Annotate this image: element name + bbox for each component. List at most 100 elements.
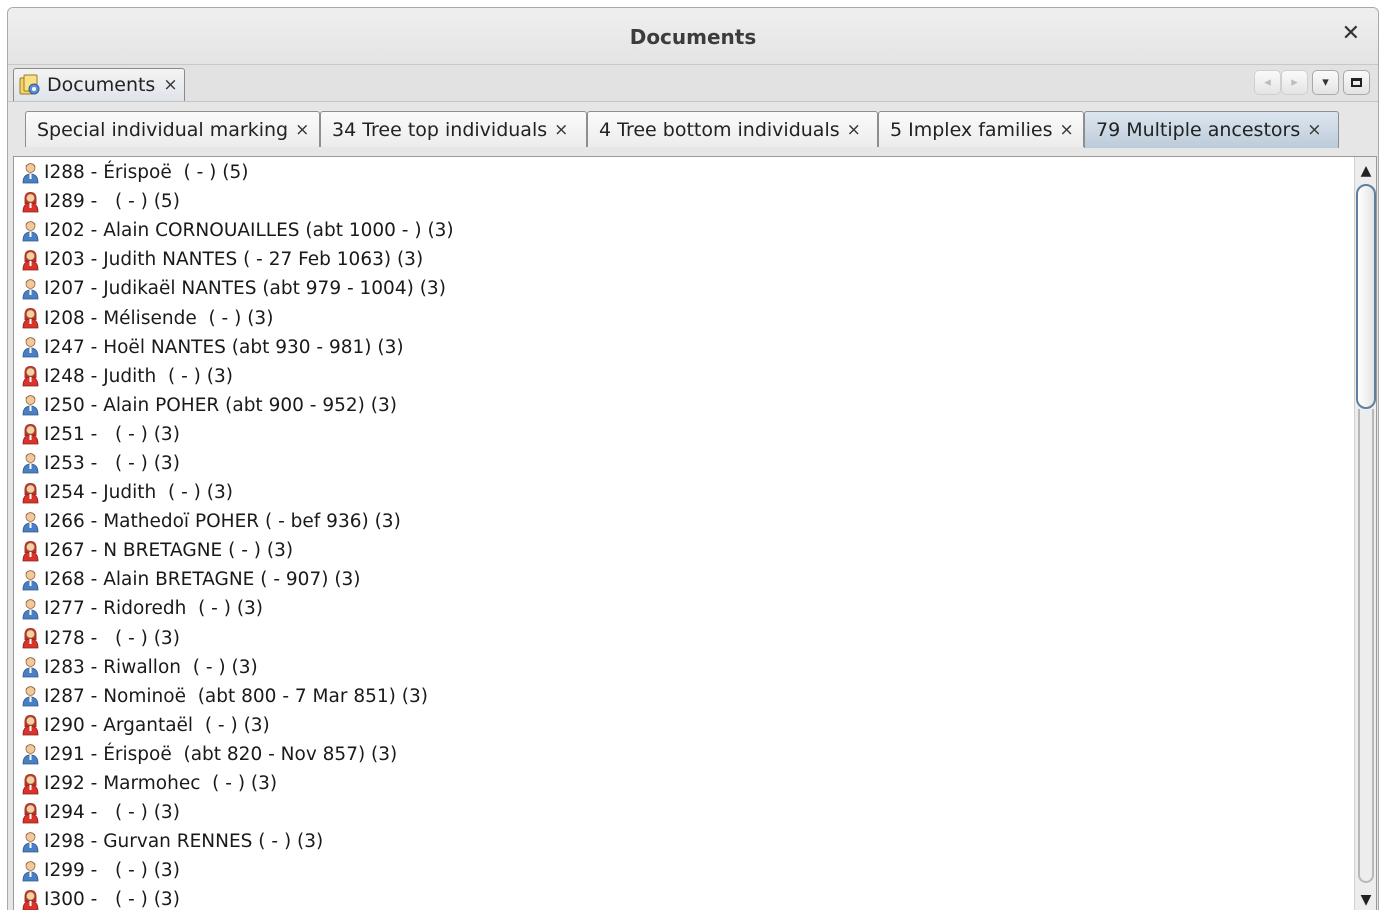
sub-tab-label: 4 Tree bottom individuals xyxy=(599,118,840,141)
male-person-icon xyxy=(22,279,39,300)
sub-tab-close-button[interactable]: × xyxy=(1307,120,1321,140)
male-person-icon xyxy=(22,686,39,707)
female-person-icon xyxy=(22,889,39,910)
scroll-down-button[interactable]: ▼ xyxy=(1355,889,1377,910)
male-person-icon xyxy=(22,744,39,765)
list-item-label: I292 - Marmohec ( - ) (3) xyxy=(44,773,278,795)
male-person-icon xyxy=(22,453,39,474)
list-item-label: I277 - Ridoredh ( - ) (3) xyxy=(44,598,264,620)
list-item[interactable]: I299 - ( - ) (3) xyxy=(21,856,1346,885)
list-item-label: I287 - Nominoë (abt 800 - 7 Mar 851) (3) xyxy=(44,685,428,707)
list-item[interactable]: I248 - Judith ( - ) (3) xyxy=(21,362,1346,391)
male-person-icon xyxy=(22,860,39,882)
male-person-icon xyxy=(22,220,39,242)
list-item[interactable]: I268 - Alain BRETAGNE ( - 907) (3) xyxy=(21,565,1346,594)
list-item-label: I299 - ( - ) (3) xyxy=(44,860,180,882)
female-person-icon xyxy=(22,628,39,649)
female-person-icon xyxy=(22,424,39,445)
sub-tab-close-button[interactable]: × xyxy=(554,120,568,140)
male-person-icon xyxy=(22,511,39,533)
list-item[interactable]: I251 - ( - ) (3) xyxy=(21,420,1346,449)
scroll-track[interactable] xyxy=(1358,409,1374,883)
chevron-left-icon: ◂ xyxy=(1264,75,1271,90)
list-item[interactable]: I250 - Alain POHER (abt 900 - 952) (3) xyxy=(21,391,1346,420)
tab-documents[interactable]: Documents × xyxy=(13,68,185,101)
list-item[interactable]: I289 - ( - ) (5) xyxy=(21,187,1346,216)
document-tab-bar: Documents × ◂ ▸ ▾ xyxy=(8,65,1378,102)
tab-tree-bottom-individuals[interactable]: 4 Tree bottom individuals × xyxy=(587,111,878,147)
tab-multiple-ancestors[interactable]: 79 Multiple ancestors × xyxy=(1084,111,1339,148)
male-person-icon xyxy=(22,599,39,620)
scroll-thumb[interactable] xyxy=(1356,184,1376,409)
list-item[interactable]: I294 - ( - ) (3) xyxy=(21,798,1346,827)
list-item-label: I202 - Alain CORNOUAILLES (abt 1000 - ) … xyxy=(44,220,454,242)
tab-list-button[interactable]: ▾ xyxy=(1312,70,1339,95)
list-item-label: I253 - ( - ) (3) xyxy=(44,452,180,474)
list-item[interactable]: I253 - ( - ) (3) xyxy=(21,449,1346,478)
male-person-icon xyxy=(22,569,39,591)
list-item[interactable]: I300 - ( - ) (3) xyxy=(21,885,1346,910)
male-person-icon xyxy=(22,657,39,678)
list-item[interactable]: I208 - Mélisende ( - ) (3) xyxy=(21,303,1346,332)
female-person-icon xyxy=(22,191,39,213)
female-person-icon xyxy=(22,715,39,736)
scroll-up-button[interactable]: ▲ xyxy=(1355,160,1377,182)
list-item-label: I278 - ( - ) (3) xyxy=(44,627,180,649)
female-person-icon xyxy=(22,482,39,503)
list-item[interactable]: I283 - Riwallon ( - ) (3) xyxy=(21,653,1346,682)
list-item-label: I283 - Riwallon ( - ) (3) xyxy=(44,656,258,678)
sub-tab-close-button[interactable]: × xyxy=(295,120,309,140)
documents-window: Documents ✕ Documents × ◂ ▸ ▾ Special in… xyxy=(7,7,1379,910)
list-item[interactable]: I287 - Nominoë (abt 800 - 7 Mar 851) (3) xyxy=(21,682,1346,711)
tab-documents-close-button[interactable]: × xyxy=(163,75,177,95)
sub-tab-close-button[interactable]: × xyxy=(1059,120,1073,140)
tab-tree-top-individuals[interactable]: 34 Tree top individuals × xyxy=(320,111,587,147)
vertical-scrollbar[interactable]: ▲ ▼ xyxy=(1354,157,1376,910)
tab-special-individual-marking[interactable]: Special individual marking × xyxy=(25,111,320,147)
male-person-icon xyxy=(22,831,39,853)
list-item-label: I291 - Érispoë (abt 820 - Nov 857) (3) xyxy=(44,743,398,765)
list-item-label: I207 - Judikaël NANTES (abt 979 - 1004) … xyxy=(44,278,446,300)
list-item-label: I290 - Argantaël ( - ) (3) xyxy=(44,714,270,736)
list-item[interactable]: I254 - Judith ( - ) (3) xyxy=(21,478,1346,507)
list-item-label: I267 - N BRETAGNE ( - ) (3) xyxy=(44,540,294,562)
list-item-label: I289 - ( - ) (5) xyxy=(44,191,180,213)
sub-tab-close-button[interactable]: × xyxy=(847,120,861,140)
tab-navigation: ◂ ▸ ▾ xyxy=(1254,70,1370,95)
list-item-label: I203 - Judith NANTES ( - 27 Feb 1063) (3… xyxy=(44,249,424,271)
list-item-label: I251 - ( - ) (3) xyxy=(44,423,180,445)
list-item-label: I266 - Mathedoï POHER ( - bef 936) (3) xyxy=(44,511,401,533)
maximize-button[interactable] xyxy=(1343,70,1370,95)
list-item[interactable]: I202 - Alain CORNOUAILLES (abt 1000 - ) … xyxy=(21,216,1346,245)
female-person-icon xyxy=(22,366,39,387)
list-item[interactable]: I298 - Gurvan RENNES ( - ) (3) xyxy=(21,827,1346,856)
sub-tab-label: 79 Multiple ancestors xyxy=(1096,119,1301,141)
sub-tab-label: Special individual marking xyxy=(37,118,289,141)
list-item-label: I250 - Alain POHER (abt 900 - 952) (3) xyxy=(44,394,397,416)
list-item[interactable]: I207 - Judikaël NANTES (abt 979 - 1004) … xyxy=(21,274,1346,303)
list-item[interactable]: I266 - Mathedoï POHER ( - bef 936) (3) xyxy=(21,507,1346,536)
window-close-button[interactable]: ✕ xyxy=(1342,23,1360,45)
list-item[interactable]: I291 - Érispoë (abt 820 - Nov 857) (3) xyxy=(21,740,1346,769)
tab-implex-families[interactable]: 5 Implex families × xyxy=(878,111,1084,147)
individual-list: I288 - Érispoë ( - ) (5) I289 - ( - ) (5)… xyxy=(21,158,1346,910)
maximize-icon xyxy=(1351,78,1362,87)
list-item[interactable]: I277 - Ridoredh ( - ) (3) xyxy=(21,594,1346,623)
multiple-ancestors-list-panel: I288 - Érispoë ( - ) (5) I289 - ( - ) (5)… xyxy=(13,156,1377,910)
chevron-down-icon: ▾ xyxy=(1322,75,1329,90)
sub-tab-label: 5 Implex families xyxy=(890,118,1053,141)
scroll-tabs-left-button[interactable]: ◂ xyxy=(1254,70,1281,95)
window-titlebar[interactable]: Documents ✕ xyxy=(8,8,1378,65)
list-item[interactable]: I203 - Judith NANTES ( - 27 Feb 1063) (3… xyxy=(21,245,1346,274)
scroll-tabs-right-button[interactable]: ▸ xyxy=(1281,70,1308,95)
list-item-label: I254 - Judith ( - ) (3) xyxy=(44,482,233,504)
list-item[interactable]: I267 - N BRETAGNE ( - ) (3) xyxy=(21,536,1346,565)
list-item[interactable]: I247 - Hoël NANTES (abt 930 - 981) (3) xyxy=(21,333,1346,362)
list-item[interactable]: I292 - Marmohec ( - ) (3) xyxy=(21,769,1346,798)
list-item-label: I208 - Mélisende ( - ) (3) xyxy=(44,307,274,329)
male-person-icon xyxy=(22,162,39,183)
list-item[interactable]: I278 - ( - ) (3) xyxy=(21,624,1346,653)
list-item-label: I298 - Gurvan RENNES ( - ) (3) xyxy=(44,831,324,853)
list-item[interactable]: I288 - Érispoë ( - ) (5) xyxy=(21,158,1346,187)
list-item[interactable]: I290 - Argantaël ( - ) (3) xyxy=(21,711,1346,740)
